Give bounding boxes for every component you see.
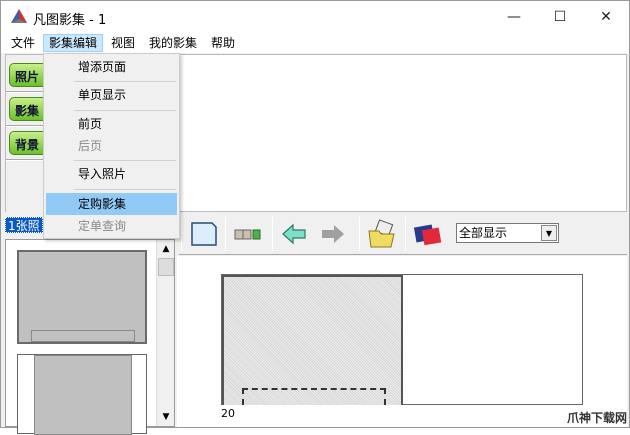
display-filter-value: 全部显示 bbox=[459, 226, 508, 240]
new-page-icon[interactable] bbox=[189, 219, 219, 249]
next-page-icon[interactable] bbox=[317, 219, 347, 249]
divider bbox=[405, 217, 406, 251]
album-edit-dropdown: 增添页面 单页显示 前页 后页 导入照片 定购影集 定单查询 bbox=[43, 53, 180, 239]
thumbnail-page[interactable] bbox=[17, 250, 147, 344]
menu-separator bbox=[74, 81, 176, 82]
album-canvas[interactable]: 20 bbox=[177, 256, 627, 427]
caption-placeholder[interactable] bbox=[242, 388, 386, 405]
left-tabs: 照片 影集 背景 bbox=[6, 55, 49, 213]
title-bar: 凡图影集 - 1 — ☐ ✕ bbox=[1, 1, 629, 33]
thumbnail-list: ▲ ▼ bbox=[5, 239, 175, 435]
menu-item-previous-page[interactable]: 前页 bbox=[46, 113, 177, 135]
scroll-up-icon[interactable]: ▲ bbox=[158, 241, 174, 257]
vertical-scrollbar[interactable]: ▲ ▼ bbox=[156, 240, 174, 426]
divider bbox=[225, 217, 226, 251]
page-layout-icon[interactable] bbox=[233, 219, 263, 249]
menu-file[interactable]: 文件 bbox=[6, 34, 40, 52]
menu-item-next-page: 后页 bbox=[78, 139, 103, 153]
photo-count-label: 1张照 bbox=[5, 217, 43, 233]
divider bbox=[272, 217, 273, 251]
photo-slot bbox=[34, 355, 132, 435]
toolbar: 全部显示 ▼ bbox=[179, 213, 627, 255]
menu-help[interactable]: 帮助 bbox=[206, 34, 240, 52]
window-title: 凡图影集 - 1 bbox=[33, 13, 107, 28]
divider bbox=[6, 159, 48, 161]
menu-item-add-page[interactable]: 增添页面 bbox=[46, 56, 177, 78]
menu-item-single-page[interactable]: 单页显示 bbox=[46, 84, 177, 106]
display-filter-select[interactable]: 全部显示 ▼ bbox=[456, 223, 559, 243]
app-window: 凡图影集 - 1 — ☐ ✕ 文件 影集编辑 视图 我的影集 帮助 照片 影集 … bbox=[0, 0, 630, 435]
divider bbox=[6, 125, 48, 127]
album-book-icon[interactable] bbox=[413, 219, 443, 249]
caption-box bbox=[31, 330, 135, 342]
scroll-down-icon[interactable]: ▼ bbox=[158, 409, 174, 425]
scroll-thumb[interactable] bbox=[158, 258, 174, 276]
divider bbox=[6, 91, 48, 93]
maximize-button[interactable]: ☐ bbox=[537, 1, 583, 33]
previous-page-icon[interactable] bbox=[280, 219, 310, 249]
page-number: 20 bbox=[221, 407, 235, 420]
thumbnail-page[interactable] bbox=[17, 354, 147, 435]
open-folder-icon[interactable] bbox=[367, 219, 397, 249]
close-button[interactable]: ✕ bbox=[583, 1, 629, 33]
divider bbox=[359, 217, 360, 251]
menu-bar: 文件 影集编辑 视图 我的影集 帮助 bbox=[1, 33, 629, 53]
menu-item-import-photos[interactable]: 导入照片 bbox=[46, 163, 177, 185]
menu-separator bbox=[74, 160, 176, 161]
divider bbox=[181, 217, 182, 251]
left-page[interactable] bbox=[222, 275, 403, 405]
menu-item-order-query: 定单查询 bbox=[78, 219, 127, 233]
chevron-down-icon[interactable]: ▼ bbox=[541, 225, 557, 241]
menu-separator bbox=[74, 189, 176, 190]
album-spread[interactable] bbox=[221, 274, 583, 405]
menu-separator bbox=[74, 110, 176, 111]
menu-album-edit[interactable]: 影集编辑 bbox=[43, 34, 104, 52]
minimize-button[interactable]: — bbox=[491, 1, 537, 33]
menu-view[interactable]: 视图 bbox=[106, 34, 140, 52]
menu-item-order-album[interactable]: 定购影集 bbox=[46, 193, 177, 215]
menu-my-albums[interactable]: 我的影集 bbox=[144, 34, 202, 52]
watermark: 爪神下载网 bbox=[566, 411, 627, 425]
app-logo-icon bbox=[11, 9, 27, 23]
